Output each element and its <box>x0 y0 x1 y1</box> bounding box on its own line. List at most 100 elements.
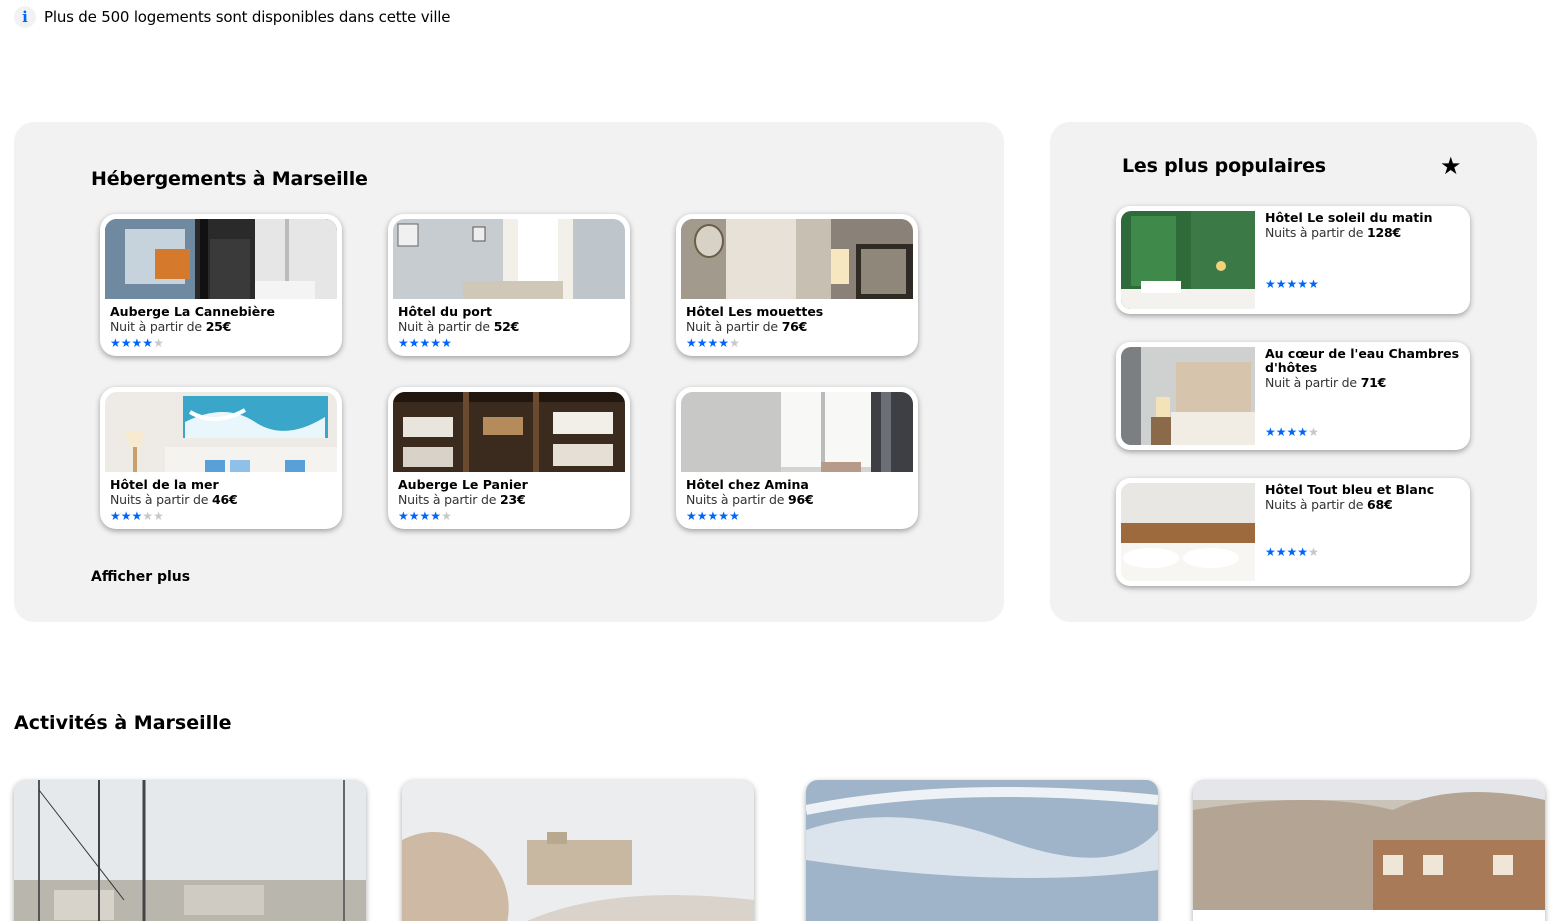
hotel-price: Nuits à partir de 128€ <box>1265 225 1401 240</box>
star-icon: ★ <box>441 509 452 523</box>
hotel-image <box>1121 483 1255 581</box>
star-icon: ★ <box>707 509 719 523</box>
star-icon: ★ <box>718 509 730 523</box>
hebergements-panel: Hébergements à Marseille Auberge La Cann… <box>14 122 1004 622</box>
star-icon: ★ <box>131 509 143 523</box>
star-icon: ★ <box>686 336 697 350</box>
info-icon: i <box>14 6 36 28</box>
star-icon: ★ <box>120 336 132 350</box>
hotel-price: Nuit à partir de 76€ <box>686 319 808 334</box>
hotel-image <box>1121 211 1255 309</box>
hotel-image <box>393 392 625 472</box>
activity-image <box>14 780 366 921</box>
star-icon: ★ <box>408 509 420 523</box>
hotel-image <box>393 219 625 299</box>
hotel-name: Hôtel Le soleil du matin <box>1265 210 1433 225</box>
star-icon: ★ <box>110 336 121 350</box>
hotel-name: Hôtel du port <box>398 304 493 319</box>
star-icon: ★ <box>1265 545 1276 559</box>
star-icon: ★ <box>142 336 154 350</box>
hotel-image <box>1121 347 1255 445</box>
hotel-price: Nuit à partir de 25€ <box>110 319 232 334</box>
activity-image <box>402 780 754 921</box>
rating-stars: ★ ★ ★ ★ ★ <box>686 335 908 351</box>
star-icon: ★ <box>1275 545 1287 559</box>
star-icon: ★ <box>142 509 154 523</box>
activity-image <box>806 780 1158 921</box>
star-icon: ★ <box>1286 425 1298 439</box>
star-icon: ★ <box>408 336 420 350</box>
hotel-name: Hôtel de la mer <box>110 477 219 492</box>
rating-stars: ★ ★ ★ ★ ★ <box>110 335 332 351</box>
info-banner: i Plus de 500 logements sont disponibles… <box>14 6 451 28</box>
star-icon: ★ <box>718 336 730 350</box>
hotel-name: Au cœur de l'eau Chambres d'hôtes <box>1265 346 1460 375</box>
popular-panel: Les plus populaires ★ Hôtel Le soleil du… <box>1050 122 1537 622</box>
hotel-image <box>681 219 913 299</box>
star-icon: ★ <box>430 336 442 350</box>
hotel-card[interactable]: Hôtel Les mouettes Nuit à partir de 76€ … <box>676 214 918 356</box>
hotel-price: Nuit à partir de 71€ <box>1265 375 1387 390</box>
star-icon: ★ <box>1265 425 1276 439</box>
star-icon: ★ <box>696 336 708 350</box>
activity-card[interactable] <box>402 780 754 921</box>
star-icon: ★ <box>1265 277 1276 291</box>
star-icon: ★ <box>419 336 431 350</box>
hebergements-title: Hébergements à Marseille <box>91 168 368 190</box>
star-icon: ★ <box>686 509 697 523</box>
star-icon: ★ <box>1286 545 1298 559</box>
star-icon: ★ <box>1308 545 1319 559</box>
star-icon: ★ <box>153 336 164 350</box>
rating-stars: ★ ★ ★ ★ ★ <box>1265 544 1319 560</box>
star-icon: ★ <box>419 509 431 523</box>
activity-card[interactable] <box>1193 780 1545 921</box>
star-icon: ★ <box>696 509 708 523</box>
hotel-price: Nuits à partir de 96€ <box>686 492 814 507</box>
hotel-card[interactable]: Hôtel chez Amina Nuits à partir de 96€ ★… <box>676 387 918 529</box>
rating-stars: ★ ★ ★ ★ ★ <box>1265 424 1319 440</box>
popular-card[interactable]: Hôtel Le soleil du matin Nuits à partir … <box>1116 206 1470 314</box>
activities-title: Activités à Marseille <box>14 712 232 734</box>
star-icon: ★ <box>1286 277 1298 291</box>
hotel-image <box>105 392 337 472</box>
star-icon: ★ <box>1308 277 1319 291</box>
hotel-card[interactable]: Auberge Le Panier Nuits à partir de 23€ … <box>388 387 630 529</box>
star-icon: ★ <box>110 509 121 523</box>
activity-card[interactable] <box>14 780 366 921</box>
star-icon: ★ <box>1440 152 1462 180</box>
star-icon: ★ <box>398 509 409 523</box>
star-icon: ★ <box>1297 545 1309 559</box>
rating-stars: ★ ★ ★ ★ ★ <box>110 508 332 524</box>
hotel-name: Hôtel Tout bleu et Blanc <box>1265 482 1435 497</box>
hotel-price: Nuit à partir de 52€ <box>398 319 520 334</box>
star-icon: ★ <box>120 509 132 523</box>
star-icon: ★ <box>1275 425 1287 439</box>
popular-card[interactable]: Au cœur de l'eau Chambres d'hôtes Nuit à… <box>1116 342 1470 450</box>
popular-title: Les plus populaires <box>1122 155 1326 177</box>
hotel-name: Auberge La Cannebière <box>110 304 275 319</box>
info-text: Plus de 500 logements sont disponibles d… <box>44 8 451 26</box>
star-icon: ★ <box>441 336 452 350</box>
activity-card[interactable] <box>806 780 1158 921</box>
rating-stars: ★ ★ ★ ★ ★ <box>686 508 908 524</box>
hotel-price: Nuits à partir de 68€ <box>1265 497 1393 512</box>
star-icon: ★ <box>153 509 164 523</box>
hotel-price: Nuits à partir de 23€ <box>398 492 526 507</box>
hotel-card[interactable]: Hôtel de la mer Nuits à partir de 46€ ★ ★… <box>100 387 342 529</box>
hotel-image <box>681 392 913 472</box>
hotel-image <box>105 219 337 299</box>
hotel-price: Nuits à partir de 46€ <box>110 492 238 507</box>
show-more-link[interactable]: Afficher plus <box>91 569 190 585</box>
rating-stars: ★ ★ ★ ★ ★ <box>398 508 620 524</box>
activity-image <box>1193 780 1545 921</box>
popular-card[interactable]: Hôtel Tout bleu et Blanc Nuits à partir … <box>1116 478 1470 586</box>
hotel-card[interactable]: Hôtel du port Nuit à partir de 52€ ★ ★ ★ ★ ★ <box>388 214 630 356</box>
star-icon: ★ <box>1308 425 1319 439</box>
star-icon: ★ <box>1297 425 1309 439</box>
rating-stars: ★ ★ ★ ★ ★ <box>1265 276 1319 292</box>
star-icon: ★ <box>729 336 740 350</box>
star-icon: ★ <box>131 336 143 350</box>
hotel-name: Hôtel Les mouettes <box>686 304 824 319</box>
hotel-card[interactable]: Auberge La Cannebière Nuit à partir de 2… <box>100 214 342 356</box>
star-icon: ★ <box>1275 277 1287 291</box>
